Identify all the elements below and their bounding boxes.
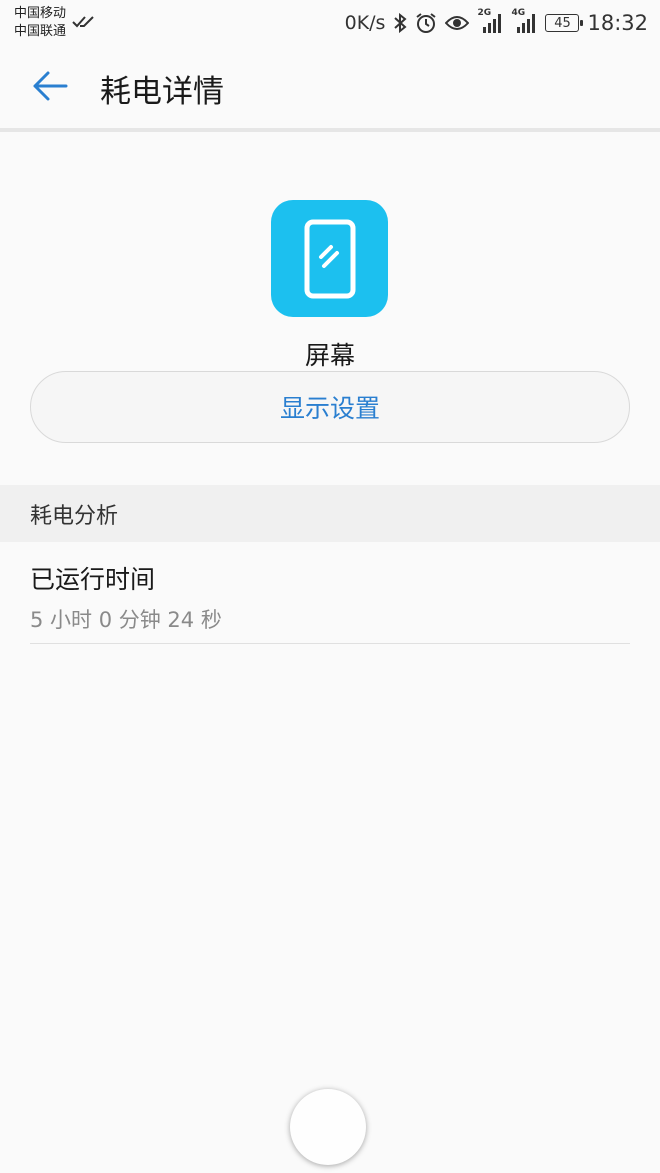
floating-home-button[interactable] [290, 1089, 366, 1165]
page-title: 耗电详情 [100, 73, 224, 110]
carrier-info: 中国移动 中国联通 [14, 5, 94, 41]
section-header: 耗电分析 [0, 485, 660, 542]
carrier-1-label: 中国移动 [14, 6, 67, 21]
alarm-icon [415, 12, 437, 34]
signal-2g-icon: 2G [477, 8, 503, 34]
runtime-label: 已运行时间 [30, 565, 156, 594]
title-divider [0, 128, 660, 132]
battery-icon: 45 [545, 14, 584, 32]
signal-4g-label: 4G [511, 8, 526, 18]
screen-app-icon [271, 200, 388, 317]
eye-comfort-icon [445, 15, 470, 31]
display-settings-button[interactable]: 显示设置 [30, 371, 630, 443]
status-right: 0K/s 2G 4G 45 18:32 [344, 8, 648, 35]
list-divider [30, 643, 630, 644]
carrier-lines: 中国移动 中国联通 [14, 5, 66, 41]
back-arrow-icon [32, 70, 68, 106]
list-item: 已运行时间 5 小时 0 分钟 24 秒 [30, 560, 630, 634]
clock: 18:32 [587, 11, 648, 35]
signal-2g-label: 2G [477, 8, 492, 18]
app-name: 屏幕 [304, 341, 355, 370]
battery-level: 45 [554, 15, 571, 31]
signal-4g-icon: 4G [511, 8, 537, 34]
volte-check-icon [72, 14, 94, 33]
title-bar: 耗电详情 [0, 46, 660, 130]
carrier-2-label: 中国联通 [14, 24, 67, 39]
runtime-value: 5 小时 0 分钟 24 秒 [30, 608, 222, 632]
net-speed: 0K/s [344, 12, 386, 34]
status-bar: 中国移动 中国联通 0K/s 2G 4G 45 18:32 [0, 0, 660, 46]
bluetooth-icon [393, 13, 408, 33]
back-button[interactable] [14, 52, 86, 124]
